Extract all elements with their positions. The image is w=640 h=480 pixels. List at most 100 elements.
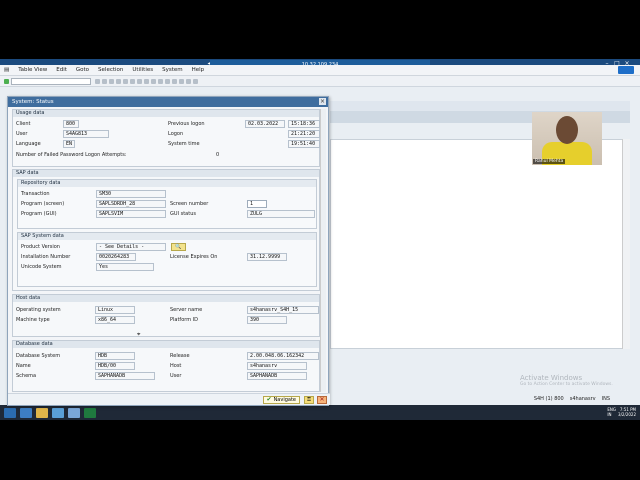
print-icon[interactable]	[123, 78, 128, 84]
database-system-field[interactable]: HDB	[95, 352, 135, 360]
back-icon[interactable]	[102, 78, 107, 84]
section-database-header: Database data	[13, 341, 319, 348]
webcam-name-label: Rahul Mehta	[533, 159, 566, 164]
section-sap-header: SAP data	[13, 170, 319, 177]
language-field[interactable]: EN	[63, 140, 75, 148]
watermark-subtitle: Go to Action Center to activate Windows.	[520, 382, 613, 387]
transaction-field[interactable]: SM30	[96, 190, 166, 198]
group-sap-system-data: SAP System data Product Version - See De…	[17, 232, 317, 287]
license-expires-field[interactable]: 31.12.9999	[247, 253, 287, 261]
database-host-field[interactable]: s4hanasrv	[247, 362, 307, 370]
dialog-body: Usage data Client 800 User S4AG813 Langu…	[10, 109, 320, 392]
program-screen-label: Program (screen)	[21, 201, 65, 207]
platform-id-label: Platform ID	[170, 317, 199, 323]
menu-system[interactable]: System	[162, 67, 183, 73]
shortcut-icon[interactable]	[179, 78, 184, 84]
section-host-header: Host data	[13, 295, 319, 302]
sap-gui-screen: ◂ ▸ 10.32.109.234 – □ × ▤ Table View Edi…	[0, 59, 640, 420]
save-icon[interactable]	[95, 78, 100, 84]
status-server: s4hanasrv	[569, 396, 596, 402]
language-label: Language	[16, 141, 41, 147]
cancel-icon[interactable]	[116, 78, 121, 84]
menu-edit[interactable]: Edit	[56, 67, 67, 73]
menu-goto[interactable]: Goto	[76, 67, 89, 73]
menu-icon[interactable]: ▤	[4, 67, 9, 73]
machine-type-field[interactable]: x86_64	[95, 316, 135, 324]
tray-language[interactable]: ENG IN	[607, 407, 616, 417]
failed-logon-value: 0	[216, 152, 220, 158]
section-usage-data: Usage data Client 800 User S4AG813 Langu…	[12, 109, 320, 167]
server-name-field[interactable]: s4hanasrv_S4H_15	[247, 306, 319, 314]
find-next-icon[interactable]	[137, 78, 142, 84]
menu-selection[interactable]: Selection	[98, 67, 123, 73]
start-icon[interactable]	[4, 407, 16, 418]
file-explorer-icon[interactable]	[36, 407, 48, 418]
program-gui-label: Program (GUI)	[21, 211, 57, 217]
sap-logo	[618, 66, 634, 74]
excel-icon[interactable]	[84, 407, 96, 418]
layout-icon[interactable]	[193, 78, 198, 84]
program-gui-field[interactable]: SAPLSVIM	[96, 210, 166, 218]
navigate-button[interactable]: ✔ Navigate	[262, 396, 300, 404]
prev-page-icon[interactable]	[151, 78, 156, 84]
database-user-field[interactable]: SAPHANADB	[247, 372, 307, 380]
tray-date: 3/2/2022	[618, 412, 636, 417]
window-task-icon[interactable]	[68, 407, 80, 418]
section-sap-data: SAP data Repository data Transaction SM3…	[12, 169, 320, 291]
last-page-icon[interactable]	[165, 78, 170, 84]
schema-field[interactable]: SAPHANADB	[95, 372, 155, 380]
tray-clock[interactable]: 7:51 PM 3/2/2022	[618, 407, 636, 417]
screen-number-field[interactable]: 1	[247, 200, 267, 208]
release-field[interactable]: 2.00.048.06.162342	[247, 352, 319, 360]
command-field[interactable]	[11, 77, 91, 85]
menu-table-view[interactable]: Table View	[18, 67, 47, 73]
gui-status-label: GUI status	[170, 211, 196, 217]
other-function-button[interactable]: ⚿	[304, 396, 314, 404]
cancel-button[interactable]: ✕	[317, 396, 327, 404]
system-time-field[interactable]: 19:51:40	[288, 140, 320, 148]
find-icon[interactable]	[130, 78, 135, 84]
user-field[interactable]: S4AG813	[63, 130, 109, 138]
unicode-system-field[interactable]: Yes	[96, 263, 154, 271]
webcam-person-head	[556, 116, 578, 144]
installation-number-field[interactable]: 0020264283	[96, 253, 136, 261]
status-mode: INS	[601, 396, 610, 402]
checkmark-icon: ✔	[266, 396, 272, 403]
exit-icon[interactable]	[109, 78, 114, 84]
background-scrollbar[interactable]	[622, 139, 630, 349]
group-sap-system-header: SAP System data	[18, 233, 316, 240]
help-icon[interactable]	[186, 78, 191, 84]
gui-status-field[interactable]: ZULG	[247, 210, 315, 218]
status-bar: S4H (1) 800 s4hanasrv INS	[330, 394, 630, 404]
next-page-icon[interactable]	[158, 78, 163, 84]
product-version-field[interactable]: - See Details -	[96, 243, 166, 251]
system-status-dialog: System: Status × Usage data Client 800 U…	[7, 96, 330, 406]
previous-logon-date-field[interactable]: 02.03.2022	[245, 120, 285, 128]
platform-id-field[interactable]: 390	[247, 316, 287, 324]
new-session-icon[interactable]	[172, 78, 177, 84]
dialog-vertical-scrollbar[interactable]	[320, 109, 326, 392]
enter-icon[interactable]	[4, 78, 9, 84]
product-version-details-button[interactable]: 🔍	[171, 243, 186, 251]
status-system[interactable]: S4H (1) 800	[534, 396, 564, 402]
user-label: User	[16, 131, 28, 137]
client-field[interactable]: 800	[63, 120, 79, 128]
first-page-icon[interactable]	[144, 78, 149, 84]
dialog-title-bar: System: Status ×	[8, 97, 328, 107]
standard-toolbar	[0, 76, 640, 87]
mouse-cursor-icon: ⌖	[137, 331, 141, 338]
program-screen-field[interactable]: SAPLSDRDH_28	[96, 200, 166, 208]
client-label: Client	[16, 121, 31, 127]
database-name-label: Name	[16, 363, 31, 369]
database-user-label: User	[170, 373, 182, 379]
previous-logon-time-field[interactable]: 15:18:36	[288, 120, 320, 128]
operating-system-field[interactable]: Linux	[95, 306, 135, 314]
database-name-field[interactable]: HDB/00	[95, 362, 135, 370]
sap-gui-task-icon[interactable]	[52, 407, 64, 418]
menu-utilities[interactable]: Utilities	[132, 67, 153, 73]
menu-help[interactable]: Help	[192, 67, 205, 73]
sap-logon-task-icon[interactable]	[20, 407, 32, 418]
database-system-label: Database System	[16, 353, 61, 359]
dialog-close-icon[interactable]: ×	[319, 98, 326, 105]
logon-time-field[interactable]: 21:21:20	[288, 130, 320, 138]
